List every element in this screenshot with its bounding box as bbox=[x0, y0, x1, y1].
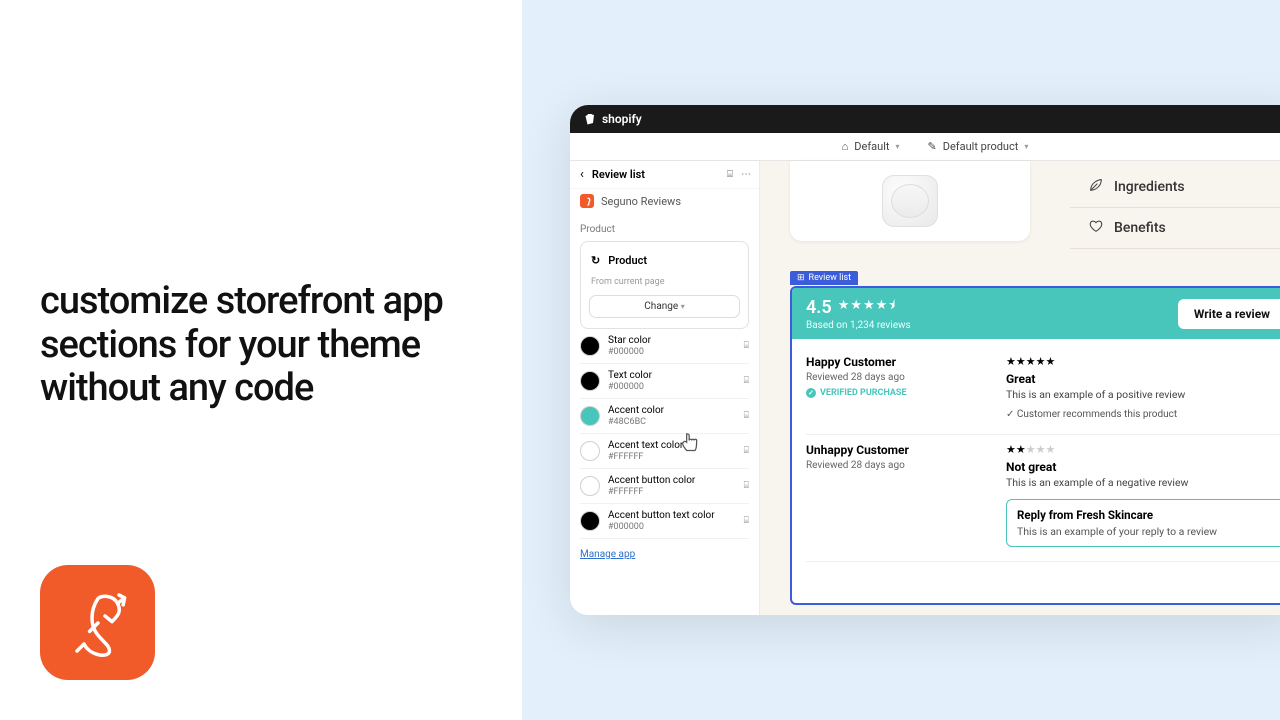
color-swatch bbox=[580, 336, 600, 356]
reply-title: Reply from Fresh Skincare bbox=[1017, 508, 1275, 522]
product-box: ↻ Product From current page Change ▾ bbox=[580, 241, 749, 329]
dynamic-source-icon[interactable]: ⌸ bbox=[744, 516, 749, 526]
shopify-topbar: shopify bbox=[570, 105, 1280, 133]
brand-label: shopify bbox=[602, 112, 642, 126]
dynamic-source-icon[interactable]: ⌸ bbox=[744, 411, 749, 421]
database-icon[interactable]: ⌸ bbox=[727, 169, 733, 180]
review-date: Reviewed 28 days ago bbox=[806, 460, 956, 471]
chevron-down-icon: ▾ bbox=[681, 302, 685, 311]
dynamic-source-icon[interactable]: ⌸ bbox=[744, 446, 749, 456]
marketing-headline: customize storefront app sections for yo… bbox=[40, 280, 500, 411]
accordion-label: Benefits bbox=[1114, 220, 1166, 236]
color-swatch bbox=[580, 476, 600, 496]
change-button[interactable]: Change ▾ bbox=[589, 295, 740, 318]
color-hex: #48C6BC bbox=[608, 417, 664, 427]
leaf-icon bbox=[1088, 177, 1104, 197]
view-select[interactable]: ⌂ Default ▾ bbox=[842, 140, 900, 153]
color-setting[interactable]: Accent button color #FFFFFF ⌸ bbox=[580, 469, 749, 504]
color-swatch bbox=[580, 511, 600, 531]
accordion-benefits[interactable]: Benefits ⌄ bbox=[1070, 208, 1280, 249]
product-row-label: Product bbox=[608, 254, 647, 267]
review-stars: ★★★★★ bbox=[1006, 443, 1280, 456]
color-hex: #000000 bbox=[608, 522, 715, 532]
color-label: Accent text color bbox=[608, 440, 683, 452]
dynamic-source-icon[interactable]: ⌸ bbox=[744, 481, 749, 491]
color-label: Star color bbox=[608, 335, 651, 347]
color-hex: #000000 bbox=[608, 382, 652, 392]
view-label: Default bbox=[854, 140, 889, 153]
review-body: This is an example of a negative review bbox=[1006, 476, 1280, 489]
product-image-card bbox=[790, 161, 1030, 241]
color-setting[interactable]: Accent color #48C6BC ⌸ bbox=[580, 399, 749, 434]
color-setting[interactable]: Accent text color #FFFFFF ⌸ bbox=[580, 434, 749, 469]
color-label: Accent button text color bbox=[608, 510, 715, 522]
seguno-logo bbox=[40, 565, 155, 680]
manage-app-link[interactable]: Manage app bbox=[580, 549, 635, 560]
reply-body: This is an example of your reply to a re… bbox=[1017, 525, 1275, 538]
target-icon: ⊞ bbox=[797, 273, 805, 283]
avg-stars: ★★★★⯨ bbox=[838, 296, 897, 318]
review-date: Reviewed 28 days ago bbox=[806, 372, 956, 383]
monitor-icon: ⌂ bbox=[842, 140, 849, 153]
color-swatch bbox=[580, 406, 600, 426]
back-icon[interactable]: ‹ bbox=[580, 167, 584, 182]
write-review-button[interactable]: Write a review bbox=[1178, 299, 1280, 329]
from-page-label: From current page bbox=[591, 277, 740, 287]
section-tag-label: Review list bbox=[809, 273, 852, 283]
dynamic-source-icon[interactable]: ⌸ bbox=[744, 341, 749, 351]
app-name: Seguno Reviews bbox=[601, 195, 681, 208]
heart-icon bbox=[1088, 218, 1104, 238]
review-count: Based on 1,234 reviews bbox=[806, 320, 911, 331]
color-hex: #000000 bbox=[608, 347, 651, 357]
color-hex: #FFFFFF bbox=[608, 487, 695, 497]
editor-window: shopify ⌂ Default ▾ ✎ Default product ▾ … bbox=[570, 105, 1280, 615]
section-tag[interactable]: ⊞ Review list bbox=[790, 271, 858, 285]
recommends-label: ✓ Customer recommends this product bbox=[1006, 409, 1280, 420]
review-title: Not great bbox=[1006, 460, 1280, 474]
sidebar-title: Review list bbox=[592, 168, 645, 181]
section-label-product: Product bbox=[580, 224, 749, 235]
settings-sidebar: ‹ Review list ⌸ ⋯ Seguno Reviews Product… bbox=[570, 161, 760, 615]
color-label: Accent button color bbox=[608, 475, 695, 487]
accordion-label: Ingredients bbox=[1114, 179, 1185, 195]
reply-box: Reply from Fresh Skincare This is an exam… bbox=[1006, 499, 1280, 547]
review-item: Happy Customer Reviewed 28 days ago ✓VERI… bbox=[806, 347, 1280, 435]
chevron-down-icon: ▾ bbox=[895, 142, 899, 151]
color-hex: #FFFFFF bbox=[608, 452, 683, 462]
review-body: This is an example of a positive review bbox=[1006, 388, 1280, 401]
color-setting[interactable]: Star color #000000 ⌸ bbox=[580, 329, 749, 364]
accordion-ingredients[interactable]: Ingredients ⌄ bbox=[1070, 167, 1280, 208]
reviewer-name: Happy Customer bbox=[806, 355, 956, 369]
preview-canvas: Ingredients ⌄ Benefits ⌄ ⊞ Review list bbox=[760, 161, 1280, 615]
review-stars: ★★★★★ bbox=[1006, 355, 1280, 368]
dynamic-source-icon[interactable]: ⌸ bbox=[744, 376, 749, 386]
pencil-icon: ✎ bbox=[928, 140, 937, 153]
avg-rating: 4.5 bbox=[806, 297, 832, 318]
color-swatch bbox=[580, 441, 600, 461]
template-label: Default product bbox=[943, 140, 1019, 153]
reviewer-name: Unhappy Customer bbox=[806, 443, 956, 457]
color-setting[interactable]: Text color #000000 ⌸ bbox=[580, 364, 749, 399]
color-swatch bbox=[580, 371, 600, 391]
review-title: Great bbox=[1006, 372, 1280, 386]
app-icon bbox=[580, 194, 594, 208]
review-summary-header: 4.5 ★★★★⯨ Based on 1,234 reviews Write a… bbox=[792, 288, 1280, 339]
more-icon[interactable]: ⋯ bbox=[741, 169, 751, 180]
review-list-section[interactable]: 4.5 ★★★★⯨ Based on 1,234 reviews Write a… bbox=[790, 286, 1280, 605]
shopify-icon bbox=[584, 112, 596, 126]
verified-badge: ✓VERIFIED PURCHASE bbox=[806, 388, 956, 398]
color-setting[interactable]: Accent button text color #000000 ⌸ bbox=[580, 504, 749, 539]
product-jar-image bbox=[882, 175, 938, 227]
editor-toolbar: ⌂ Default ▾ ✎ Default product ▾ bbox=[570, 133, 1280, 161]
chevron-down-icon: ▾ bbox=[1024, 142, 1028, 151]
refresh-icon: ↻ bbox=[591, 254, 600, 267]
review-item: Unhappy Customer Reviewed 28 days ago ★★… bbox=[806, 435, 1280, 562]
color-label: Accent color bbox=[608, 405, 664, 417]
color-label: Text color bbox=[608, 370, 652, 382]
template-select[interactable]: ✎ Default product ▾ bbox=[928, 140, 1029, 153]
product-row[interactable]: ↻ Product bbox=[589, 250, 740, 271]
